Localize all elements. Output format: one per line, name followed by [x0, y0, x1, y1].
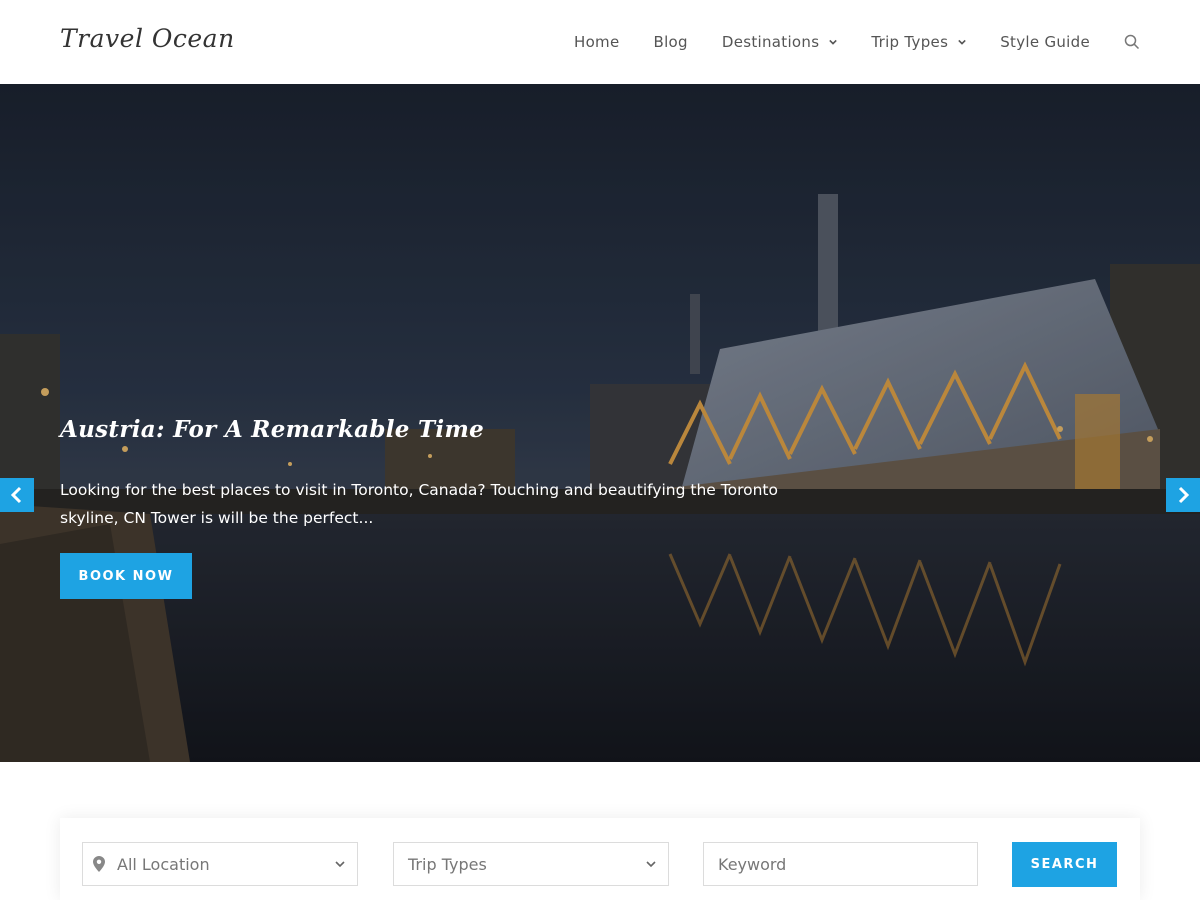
map-pin-icon: [93, 856, 105, 872]
hero-title: Austria: For A Remarkable Time: [60, 416, 485, 443]
nav-item-label: Style Guide: [1000, 33, 1090, 51]
hero-description: Looking for the best places to visit in …: [60, 481, 778, 527]
nav-item-trip-types[interactable]: Trip Types: [871, 33, 966, 51]
site-header: Travel Ocean Home Blog Destinations Trip…: [0, 0, 1200, 84]
chevron-down-icon: [335, 861, 345, 868]
search-icon[interactable]: [1124, 34, 1140, 50]
chevron-right-icon: [1178, 486, 1190, 504]
search-button[interactable]: SEARCH: [1012, 842, 1117, 887]
main-nav: Home Blog Destinations Trip Types Style …: [574, 0, 1140, 84]
keyword-input[interactable]: Keyword: [703, 842, 978, 886]
nav-item-style-guide[interactable]: Style Guide: [1000, 33, 1090, 51]
location-select-value: All Location: [117, 854, 210, 874]
chevron-down-icon: [958, 39, 966, 45]
book-now-button[interactable]: BOOK NOW: [60, 553, 192, 599]
nav-item-blog[interactable]: Blog: [653, 33, 687, 51]
nav-item-label: Home: [573, 33, 620, 51]
keyword-placeholder: Keyword: [718, 854, 787, 874]
trip-types-select-value: Trip Types: [408, 854, 487, 874]
site-logo[interactable]: Travel Ocean: [60, 24, 235, 53]
trip-types-select[interactable]: Trip Types: [393, 842, 669, 886]
nav-item-label: Destinations: [721, 33, 820, 51]
nav-item-home[interactable]: Home: [574, 33, 620, 51]
nav-item-label: Blog: [653, 33, 688, 51]
slider-prev-button[interactable]: [0, 478, 34, 512]
nav-item-label: Trip Types: [871, 33, 949, 51]
slider-next-button[interactable]: [1166, 478, 1200, 512]
nav-item-destinations[interactable]: Destinations: [722, 33, 838, 51]
chevron-down-icon: [829, 39, 838, 45]
hero-slider: Austria: For A Remarkable Time Looking f…: [0, 84, 1200, 762]
trip-search-panel: All Location Trip Types Keyword SEARCH: [60, 818, 1140, 900]
chevron-down-icon: [646, 861, 656, 868]
location-select[interactable]: All Location: [82, 842, 358, 886]
chevron-left-icon: [10, 486, 22, 504]
